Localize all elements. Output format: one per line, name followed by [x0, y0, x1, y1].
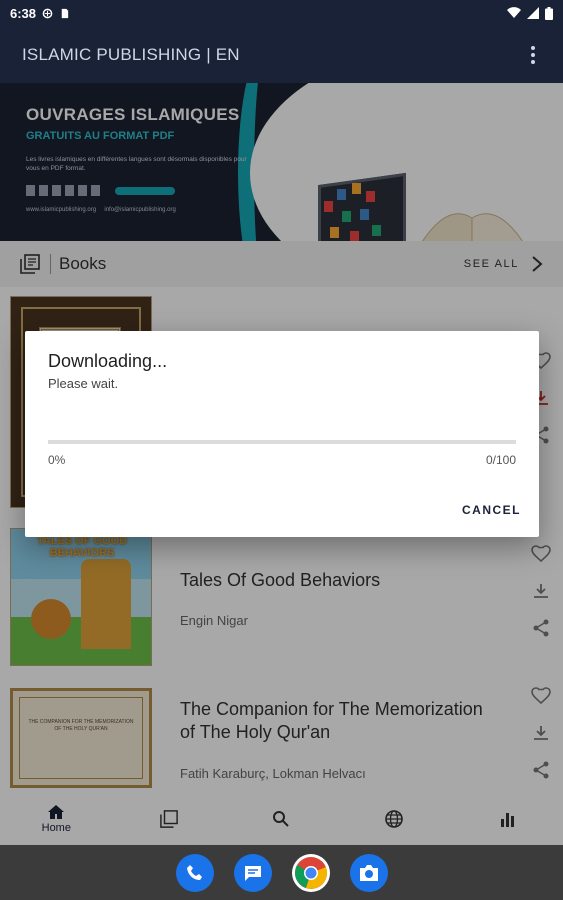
progress-count: 0/100	[485, 453, 516, 467]
progress-percent: 0%	[48, 453, 66, 467]
messages-icon[interactable]	[233, 853, 272, 892]
system-dock	[0, 845, 563, 900]
camera-icon[interactable]	[349, 853, 388, 892]
cancel-button[interactable]: CANCEL	[462, 503, 521, 517]
app-bar: ISLAMIC PUBLISHING | EN	[0, 26, 563, 83]
battery-icon	[545, 6, 553, 20]
chrome-icon[interactable]	[291, 853, 330, 892]
status-time: 6:38	[10, 5, 37, 21]
app-title: ISLAMIC PUBLISHING | EN	[22, 44, 240, 64]
dialog-message: Please wait.	[48, 376, 119, 391]
status-bar: 6:38	[0, 0, 563, 26]
sd-card-icon	[61, 8, 69, 18]
data-saver-icon	[42, 8, 53, 18]
progress-bar	[48, 440, 516, 444]
phone-icon[interactable]	[175, 853, 214, 892]
signal-icon	[527, 7, 539, 19]
download-dialog: Downloading... Please wait. 0% 0/100 CAN…	[25, 331, 539, 537]
more-vertical-icon[interactable]	[525, 40, 541, 70]
dialog-title: Downloading...	[48, 351, 168, 371]
wifi-icon	[507, 7, 521, 19]
